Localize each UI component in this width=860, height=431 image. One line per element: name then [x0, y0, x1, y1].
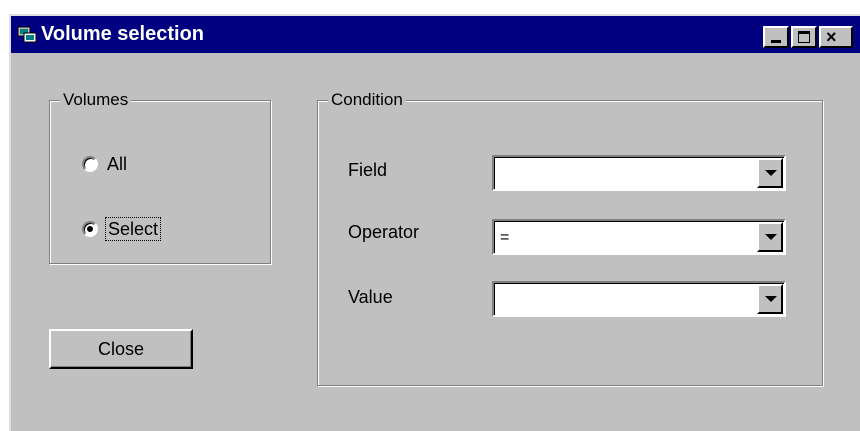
title-bar[interactable]: Volume selection × — [11, 16, 860, 53]
field-combobox[interactable] — [492, 155, 786, 191]
radio-select-indicator[interactable] — [82, 221, 98, 237]
operator-label: Operator — [348, 222, 420, 242]
close-icon: × — [826, 27, 837, 47]
chevron-down-icon — [765, 170, 777, 176]
radio-selected-dot — [87, 226, 93, 232]
close-window-button[interactable]: × — [819, 26, 853, 48]
minimize-button[interactable] — [763, 26, 789, 48]
value-dropdown-button[interactable] — [757, 284, 783, 314]
operator-dropdown-button[interactable] — [757, 222, 783, 252]
volumes-group-label: Volumes — [60, 89, 132, 111]
close-button[interactable]: Close — [49, 329, 193, 369]
maximize-icon — [798, 31, 810, 43]
radio-all-indicator[interactable] — [82, 156, 98, 172]
condition-group-label: Condition — [328, 89, 406, 111]
app-icon — [17, 26, 37, 43]
radio-select-label[interactable]: Select — [105, 217, 162, 241]
volume-selection-window: Volume selection × Volumes All Select Co… — [9, 14, 860, 431]
condition-group: Condition Field Operator = Value — [317, 89, 823, 386]
radio-all[interactable]: All — [82, 153, 129, 175]
field-dropdown-button[interactable] — [757, 158, 783, 188]
operator-combobox[interactable]: = — [492, 219, 786, 255]
operator-combobox-value: = — [500, 229, 510, 246]
radio-select[interactable]: Select — [82, 217, 162, 241]
radio-all-label[interactable]: All — [105, 153, 129, 175]
value-combobox[interactable] — [492, 281, 786, 317]
maximize-button[interactable] — [791, 26, 817, 48]
minimize-icon — [771, 40, 781, 43]
window-title: Volume selection — [41, 23, 205, 45]
chevron-down-icon — [765, 296, 777, 302]
field-label: Field — [348, 160, 388, 180]
volumes-group: Volumes All Select — [49, 89, 271, 264]
chevron-down-icon — [765, 234, 777, 240]
value-label: Value — [348, 287, 393, 307]
